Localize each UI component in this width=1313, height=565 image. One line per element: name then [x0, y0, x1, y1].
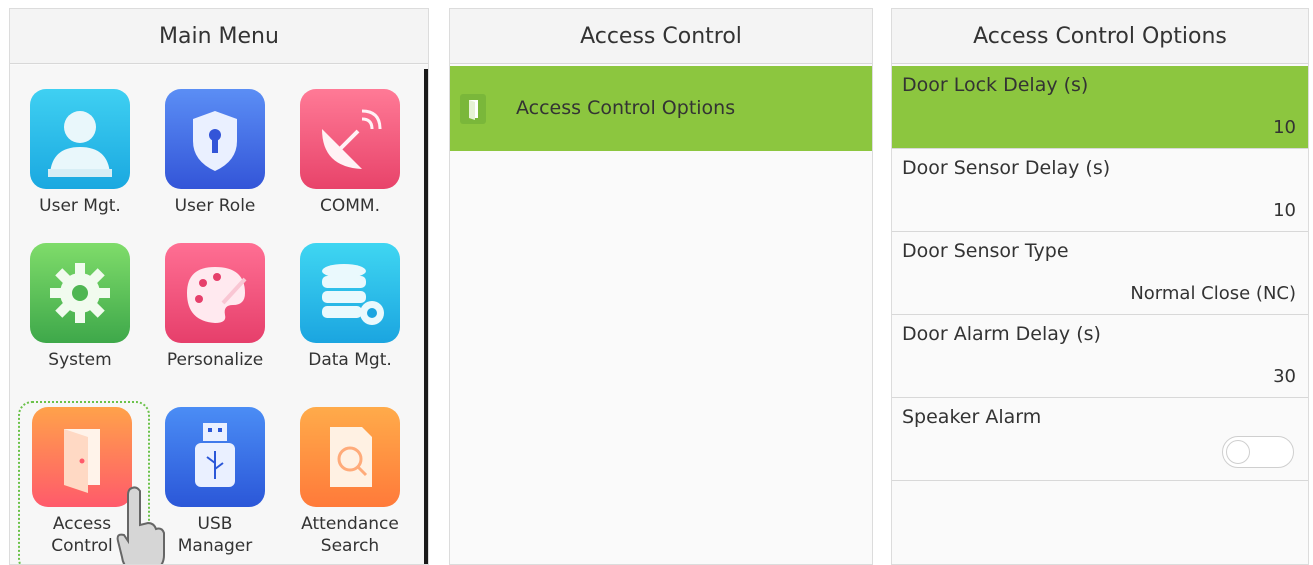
- menu-item-label: Data Mgt.: [308, 350, 392, 370]
- menu-item-user-role[interactable]: User Role: [155, 89, 275, 217]
- menu-item-label: Personalize: [166, 350, 264, 370]
- menu-item-label: Manager: [177, 536, 253, 556]
- option-label: Door Sensor Delay (s): [902, 157, 1111, 179]
- menu-item-label: User Mgt.: [39, 196, 121, 216]
- menu-item-label: Search: [320, 536, 380, 556]
- option-door-alarm-delay[interactable]: Door Alarm Delay (s) 30: [892, 315, 1308, 398]
- option-label: Speaker Alarm: [902, 406, 1042, 428]
- option-door-sensor-delay[interactable]: Door Sensor Delay (s) 10: [892, 149, 1308, 232]
- access-control-options-panel: Access Control Options Door Lock Delay (…: [891, 8, 1309, 565]
- toggle-knob: [1226, 440, 1250, 464]
- options-title: Access Control Options: [892, 9, 1308, 64]
- list-item-access-control-options[interactable]: Access Control Options: [450, 66, 872, 151]
- menu-item-label: User Role: [174, 196, 256, 216]
- menu-item-attendance-search[interactable]: Attendance Search: [290, 407, 410, 557]
- main-menu-panel: Main Menu User Mgt. User Role COMM. Syst…: [9, 8, 429, 565]
- menu-item-label: USB: [197, 514, 233, 534]
- database-icon: [300, 243, 400, 343]
- gear-icon: [30, 243, 130, 343]
- menu-item-personalize[interactable]: Personalize: [155, 243, 275, 371]
- list-item-label: Access Control Options: [516, 97, 736, 119]
- option-door-sensor-type[interactable]: Door Sensor Type Normal Close (NC): [892, 232, 1308, 315]
- satellite-dish-icon: [300, 89, 400, 189]
- door-icon: [460, 94, 486, 124]
- menu-item-usb-manager[interactable]: USB Manager: [155, 407, 275, 557]
- option-label: Door Sensor Type: [902, 240, 1069, 262]
- option-value: Normal Close (NC): [1130, 283, 1296, 304]
- menu-item-user-mgt[interactable]: User Mgt.: [20, 89, 140, 217]
- usb-icon: [165, 407, 265, 507]
- option-door-lock-delay[interactable]: Door Lock Delay (s) 10: [892, 66, 1308, 149]
- user-icon: [30, 89, 130, 189]
- menu-item-label: System: [48, 350, 112, 370]
- option-value: 10: [1273, 117, 1296, 138]
- option-label: Door Alarm Delay (s): [902, 323, 1101, 345]
- option-value: 10: [1273, 200, 1296, 221]
- menu-item-comm[interactable]: COMM.: [290, 89, 410, 217]
- menu-item-data-mgt[interactable]: Data Mgt.: [290, 243, 410, 371]
- shield-icon: [165, 89, 265, 189]
- access-control-title: Access Control: [450, 9, 872, 64]
- scrollbar[interactable]: [424, 69, 428, 564]
- search-document-icon: [300, 407, 400, 507]
- pointing-hand-icon: [116, 486, 165, 564]
- main-menu-title: Main Menu: [10, 9, 428, 64]
- palette-icon: [165, 243, 265, 343]
- option-label: Door Lock Delay (s): [902, 74, 1089, 96]
- menu-grid: User Mgt. User Role COMM. System Persona…: [10, 65, 428, 564]
- menu-item-label: Attendance: [301, 514, 399, 534]
- option-value: 30: [1273, 366, 1296, 387]
- access-control-panel: Access Control Access Control Options: [449, 8, 873, 565]
- speaker-alarm-toggle[interactable]: [1222, 436, 1294, 468]
- menu-item-system[interactable]: System: [20, 243, 140, 371]
- option-speaker-alarm[interactable]: Speaker Alarm: [892, 398, 1308, 481]
- menu-item-label: COMM.: [320, 196, 380, 216]
